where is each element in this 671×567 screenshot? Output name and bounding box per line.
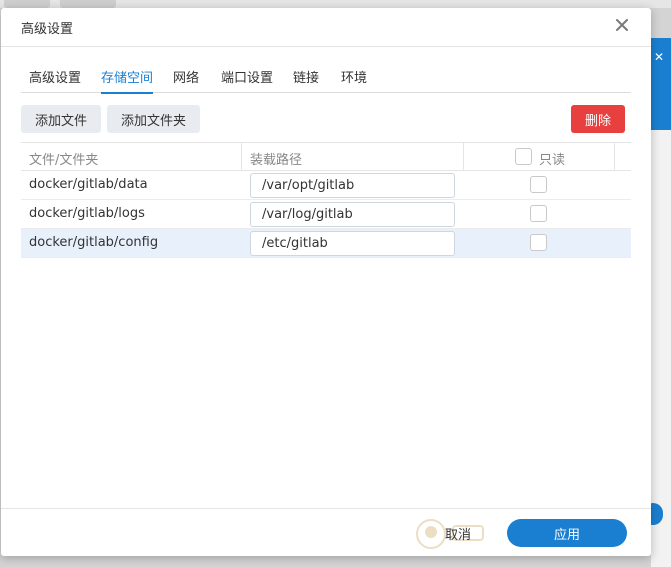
background-panel (651, 130, 671, 567)
add-file-button[interactable]: 添加文件 (21, 105, 101, 133)
tab-links[interactable]: 链接 (293, 67, 319, 93)
cancel-button[interactable]: 取消 (433, 519, 483, 547)
background-tab (60, 0, 116, 8)
row-file-path: docker/gitlab/config (29, 235, 159, 250)
mount-path-input[interactable] (250, 231, 455, 256)
row-file-path: docker/gitlab/logs (29, 206, 145, 221)
storage-table: 文件/文件夹 装载路径 只读 docker/gitlab/data docker… (21, 142, 631, 258)
title-divider (1, 46, 651, 47)
tab-advanced-settings[interactable]: 高级设置 (29, 67, 81, 93)
tab-environment[interactable]: 环境 (341, 67, 367, 93)
table-row[interactable]: docker/gitlab/config (21, 229, 631, 258)
tab-network[interactable]: 网络 (173, 67, 199, 93)
tab-port-settings[interactable]: 端口设置 (221, 67, 273, 93)
header-file-folder[interactable]: 文件/文件夹 (29, 149, 98, 168)
mount-path-input[interactable] (250, 202, 455, 227)
add-folder-button[interactable]: 添加文件夹 (107, 105, 200, 133)
table-header: 文件/文件夹 装载路径 只读 (21, 142, 631, 171)
background-tab (4, 0, 50, 8)
read-only-all-checkbox[interactable] (515, 148, 532, 165)
header-mount-path[interactable]: 装载路径 (250, 149, 302, 168)
column-divider (241, 143, 242, 171)
footer-divider (1, 508, 651, 509)
table-row[interactable]: docker/gitlab/logs (21, 200, 631, 229)
close-icon[interactable] (611, 14, 633, 36)
read-only-checkbox[interactable] (530, 234, 547, 251)
header-read-only: 只读 (539, 153, 566, 168)
read-only-checkbox[interactable] (530, 176, 547, 193)
read-only-checkbox[interactable] (530, 205, 547, 222)
advanced-settings-dialog: 高级设置 高级设置 存储空间 网络 端口设置 链接 环境 添加文件 添加文件夹 … (1, 8, 651, 556)
apply-button[interactable]: 应用 (507, 519, 627, 547)
dialog-title: 高级设置 (21, 22, 74, 37)
tab-storage[interactable]: 存储空间 (101, 67, 154, 94)
column-divider (463, 143, 464, 171)
tab-bar: 高级设置 存储空间 网络 端口设置 链接 环境 (21, 64, 631, 94)
delete-button[interactable]: 删除 (571, 105, 625, 133)
row-file-path: docker/gitlab/data (29, 177, 148, 192)
mount-path-input[interactable] (250, 173, 455, 198)
table-row[interactable]: docker/gitlab/data (21, 171, 631, 200)
background-close-icon: ✕ (654, 50, 665, 64)
column-divider (614, 143, 615, 171)
